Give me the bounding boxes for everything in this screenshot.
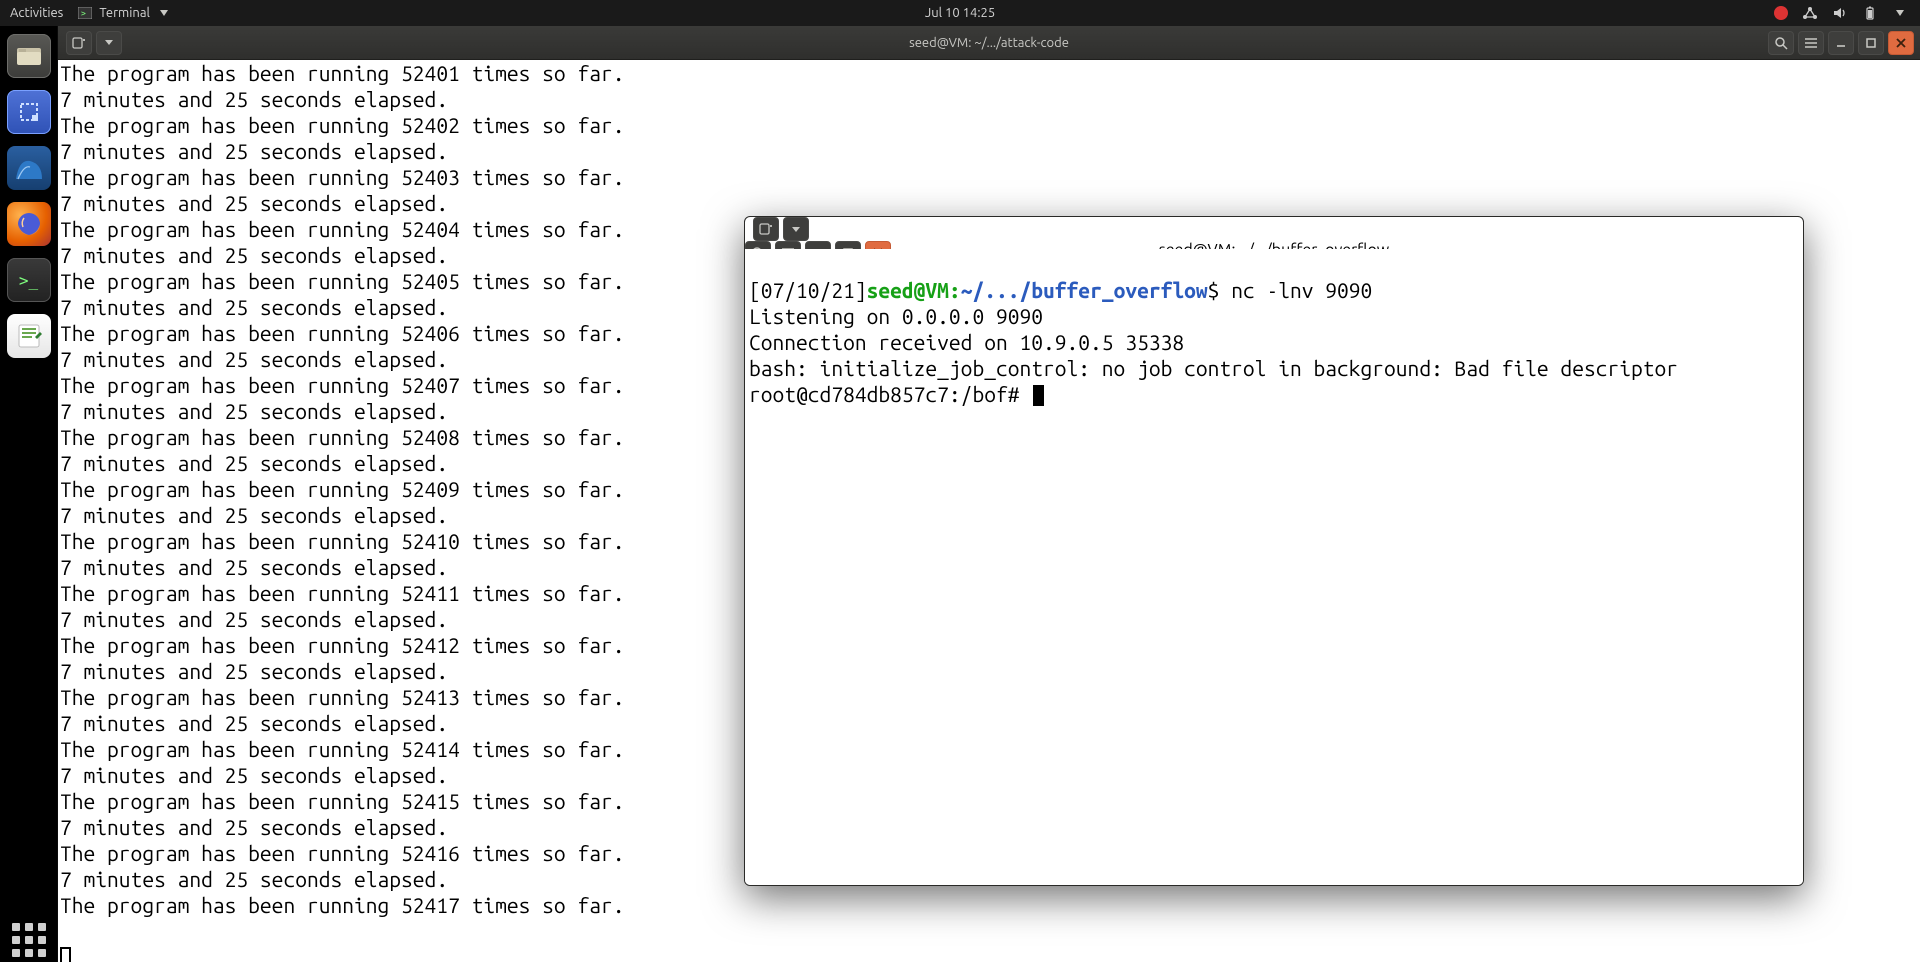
minimize-button[interactable] [1828,31,1854,55]
window-title: seed@VM: ~/.../attack-code [909,36,1069,50]
dock-app-files[interactable] [7,34,51,78]
search-button[interactable] [1768,31,1794,55]
cursor-icon [60,947,71,962]
command: nc -lnv 9090 [1219,278,1372,302]
new-tab-button[interactable] [753,217,779,241]
output-line: Connection received on 10.9.0.5 35338 [749,330,1184,354]
terminal-app-icon: > [77,5,93,21]
volume-icon[interactable] [1832,5,1848,21]
notification-indicator-icon[interactable] [1774,6,1788,20]
output-line: Listening on 0.0.0.0 9090 [749,304,1043,328]
svg-text:>: > [81,9,86,18]
dock-show-apps[interactable] [7,918,51,962]
chevron-down-icon[interactable] [1892,5,1908,21]
gnome-top-bar: Activities > Terminal Jul 10 14:25 [0,0,1920,26]
app-menu-label: Terminal [99,6,150,20]
terminal-window-buffer-overflow: seed@VM: ~/.../buffer_overflow [07/10/21… [744,216,1804,886]
new-tab-button[interactable] [66,31,92,55]
dock: >_ [0,26,58,962]
clock[interactable]: Jul 10 14:25 [925,6,995,20]
titlebar[interactable]: seed@VM: ~/.../buffer_overflow [745,217,1803,249]
dock-app-firefox[interactable] [7,202,51,246]
maximize-button[interactable] [1858,31,1884,55]
battery-icon[interactable] [1862,5,1878,21]
dock-app-terminal[interactable]: >_ [7,258,51,302]
cursor-icon [1033,385,1044,406]
dock-app-text-editor[interactable] [7,314,51,358]
hamburger-menu-button[interactable] [1798,31,1824,55]
close-button[interactable] [1888,31,1914,55]
dock-terminal-glyph: >_ [19,271,38,290]
app-menu[interactable]: > Terminal [77,5,172,21]
network-icon[interactable] [1802,5,1818,21]
prompt-date: [07/10/21] [749,278,867,302]
activities-button[interactable]: Activities [10,6,63,20]
chevron-down-icon [156,5,172,21]
prompt-dollar: $ [1208,278,1220,302]
terminal-body[interactable]: [07/10/21]seed@VM:~/.../buffer_overflow$… [745,249,1803,885]
output-line: bash: initialize_job_control: no job con… [749,356,1678,380]
prompt-user-host: seed@VM: [867,278,961,302]
root-prompt: root@cd784db857c7:/bof# [749,382,1031,406]
prompt-cwd: ~/.../buffer_overflow [961,278,1208,302]
titlebar-dropdown-button[interactable] [783,217,809,241]
titlebar-dropdown-button[interactable] [96,31,122,55]
titlebar[interactable]: seed@VM: ~/.../attack-code [58,26,1920,60]
dock-app-wireshark[interactable] [7,146,51,190]
dock-app-screenshot[interactable] [7,90,51,134]
